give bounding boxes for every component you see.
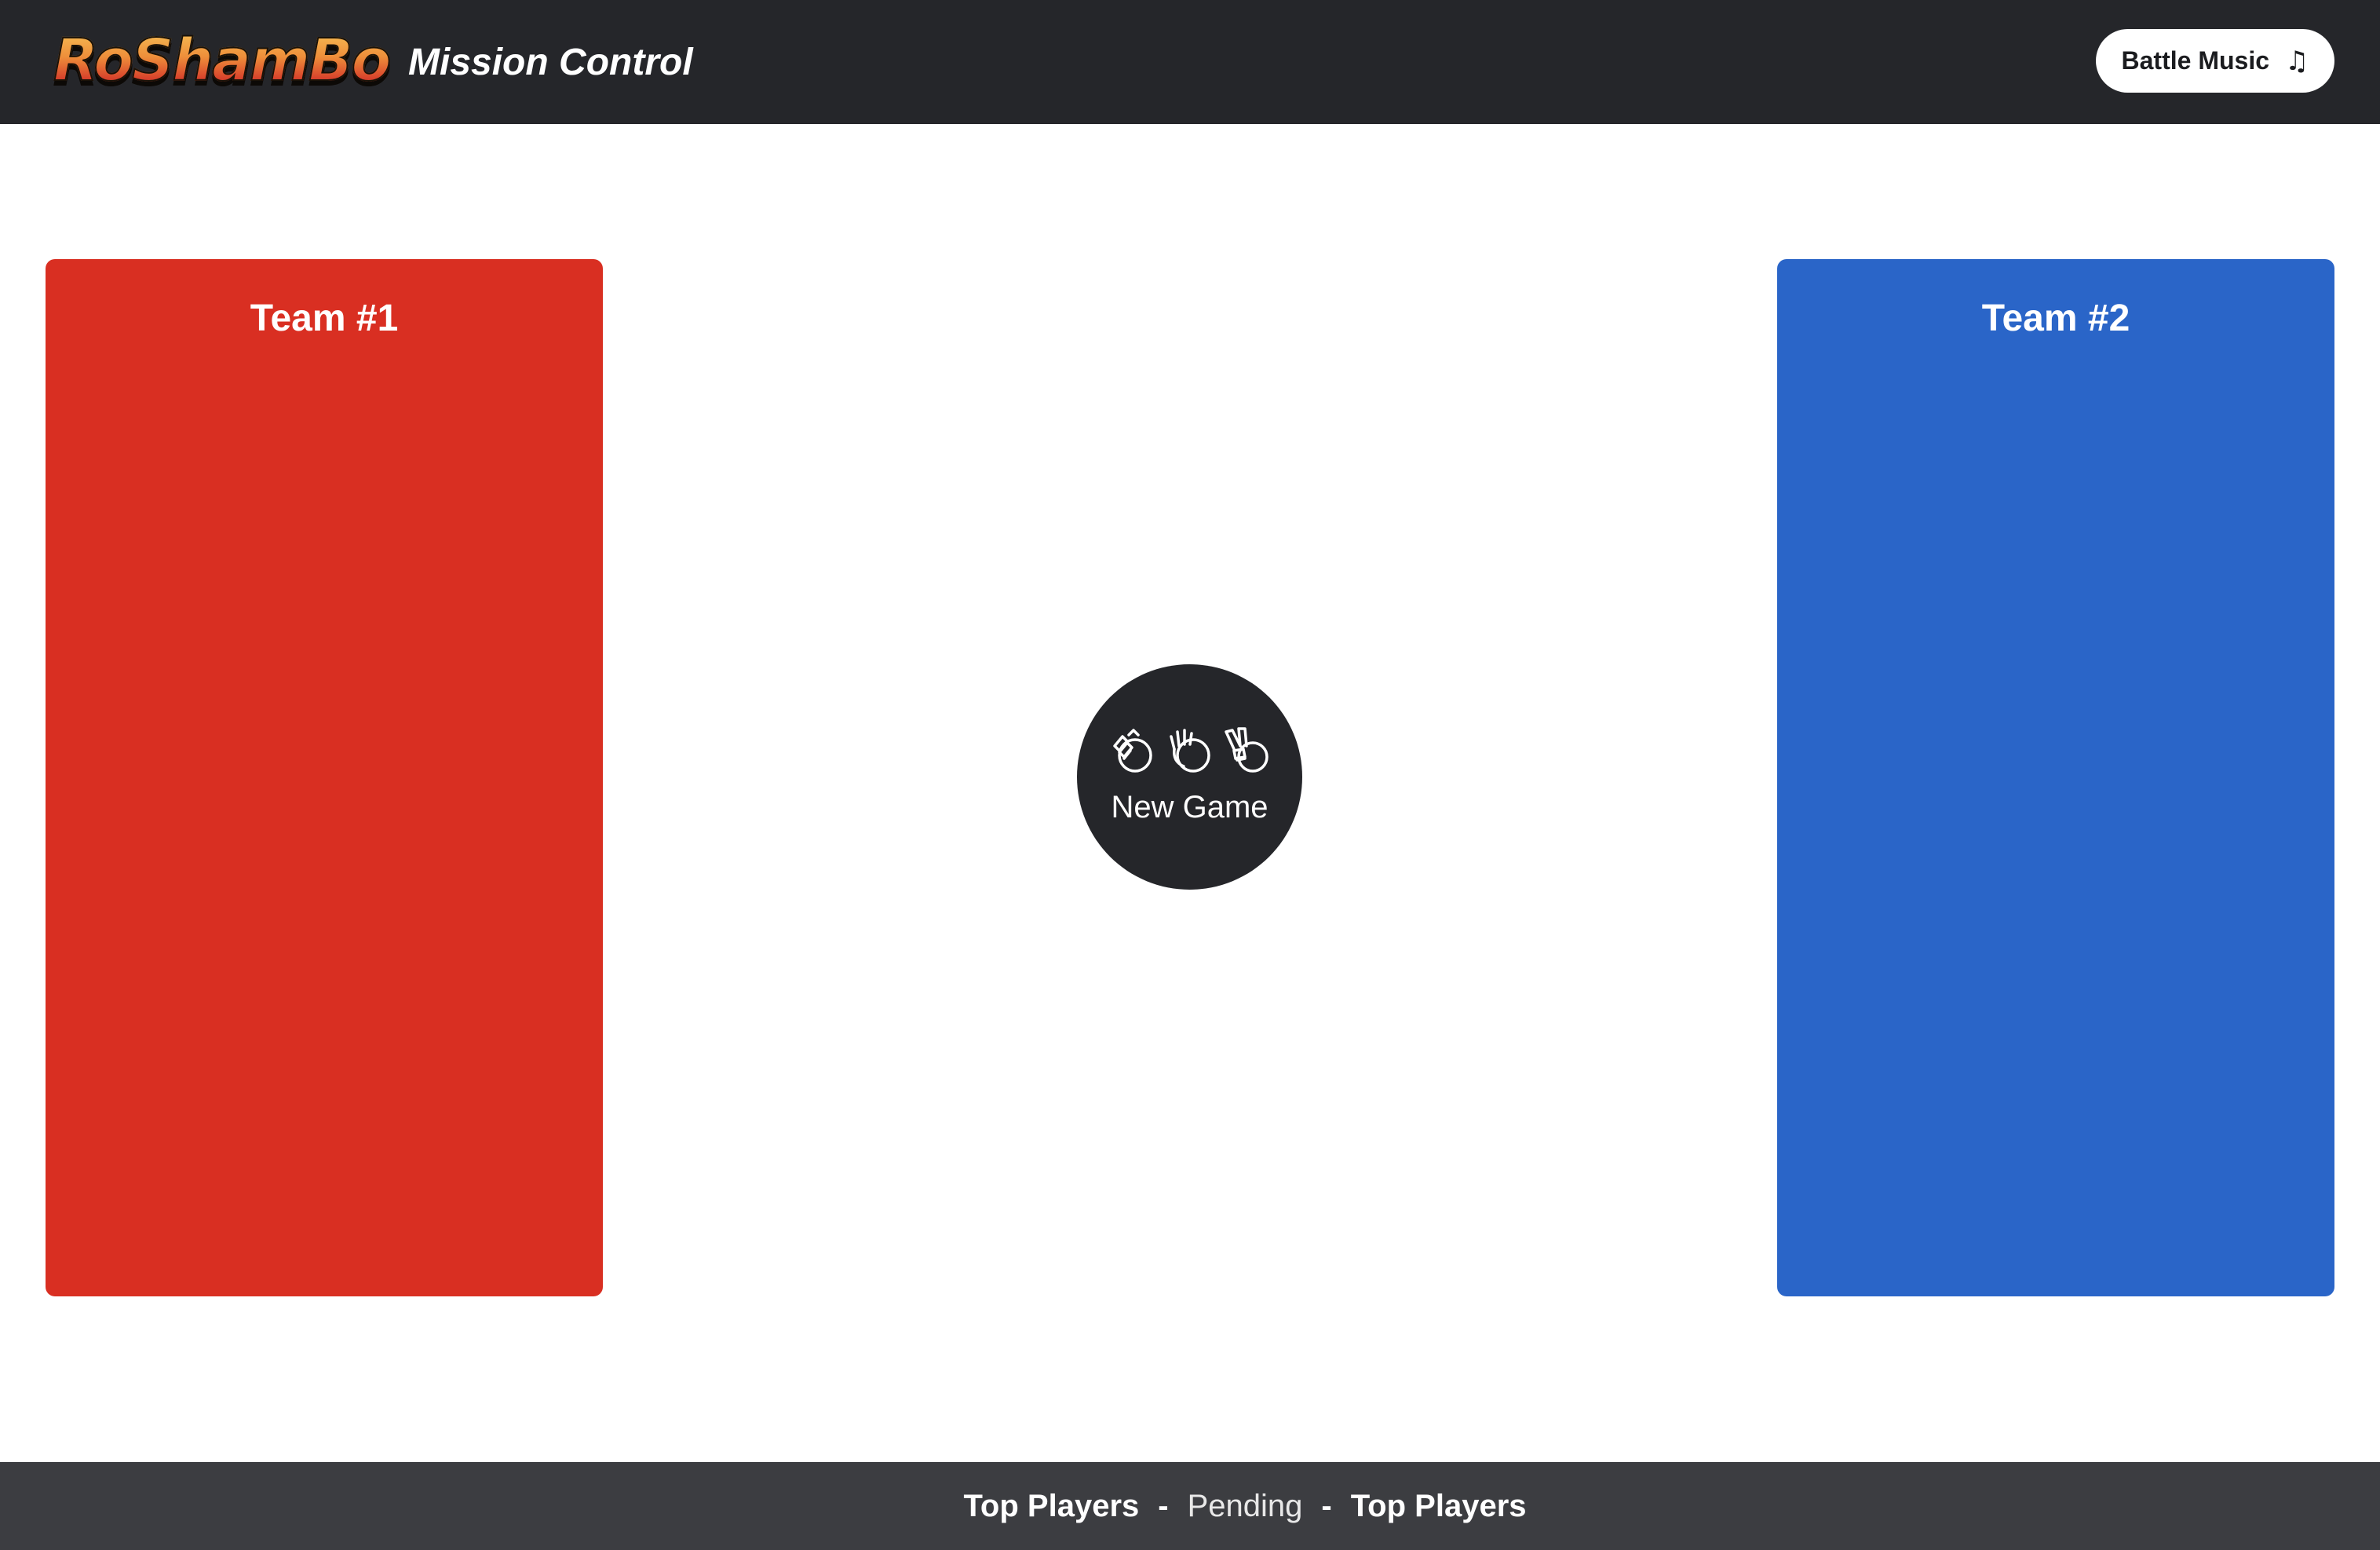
footer-top-players-left: Top Players [963,1488,1140,1523]
footer-separator-left: - [1158,1488,1169,1523]
new-game-button[interactable]: New Game [1077,664,1302,890]
roshambo-logo: RoShamBo [53,26,392,95]
team-2-title: Team #2 [1981,298,2130,339]
new-game-label: New Game [1111,790,1268,824]
paper-hand-icon [1169,729,1210,773]
team-1-panel: Team #1 [46,259,603,1296]
team-1-title: Team #1 [250,298,399,339]
app-footer: Top Players - Pending - Top Players [0,1462,2380,1550]
team-2-panel: Team #2 [1777,259,2334,1296]
hand-icons-group [1077,726,1302,776]
battle-music-label: Battle Music [2121,46,2269,75]
footer-game-status: Pending [1187,1488,1303,1523]
battle-music-button[interactable]: Battle Music ♫ [2096,29,2334,93]
music-notes-icon: ♫ [2285,45,2309,77]
footer-status-bar: Top Players - Pending - Top Players [0,1462,2380,1550]
scissors-hand-icon [1224,727,1268,773]
page-title: Mission Control [408,42,693,83]
footer-separator-right: - [1321,1488,1332,1523]
footer-top-players-right: Top Players [1350,1488,1527,1523]
rock-hand-icon [1112,729,1152,773]
app-header: RoShamBo Mission Control Battle Music ♫ [0,0,2380,124]
